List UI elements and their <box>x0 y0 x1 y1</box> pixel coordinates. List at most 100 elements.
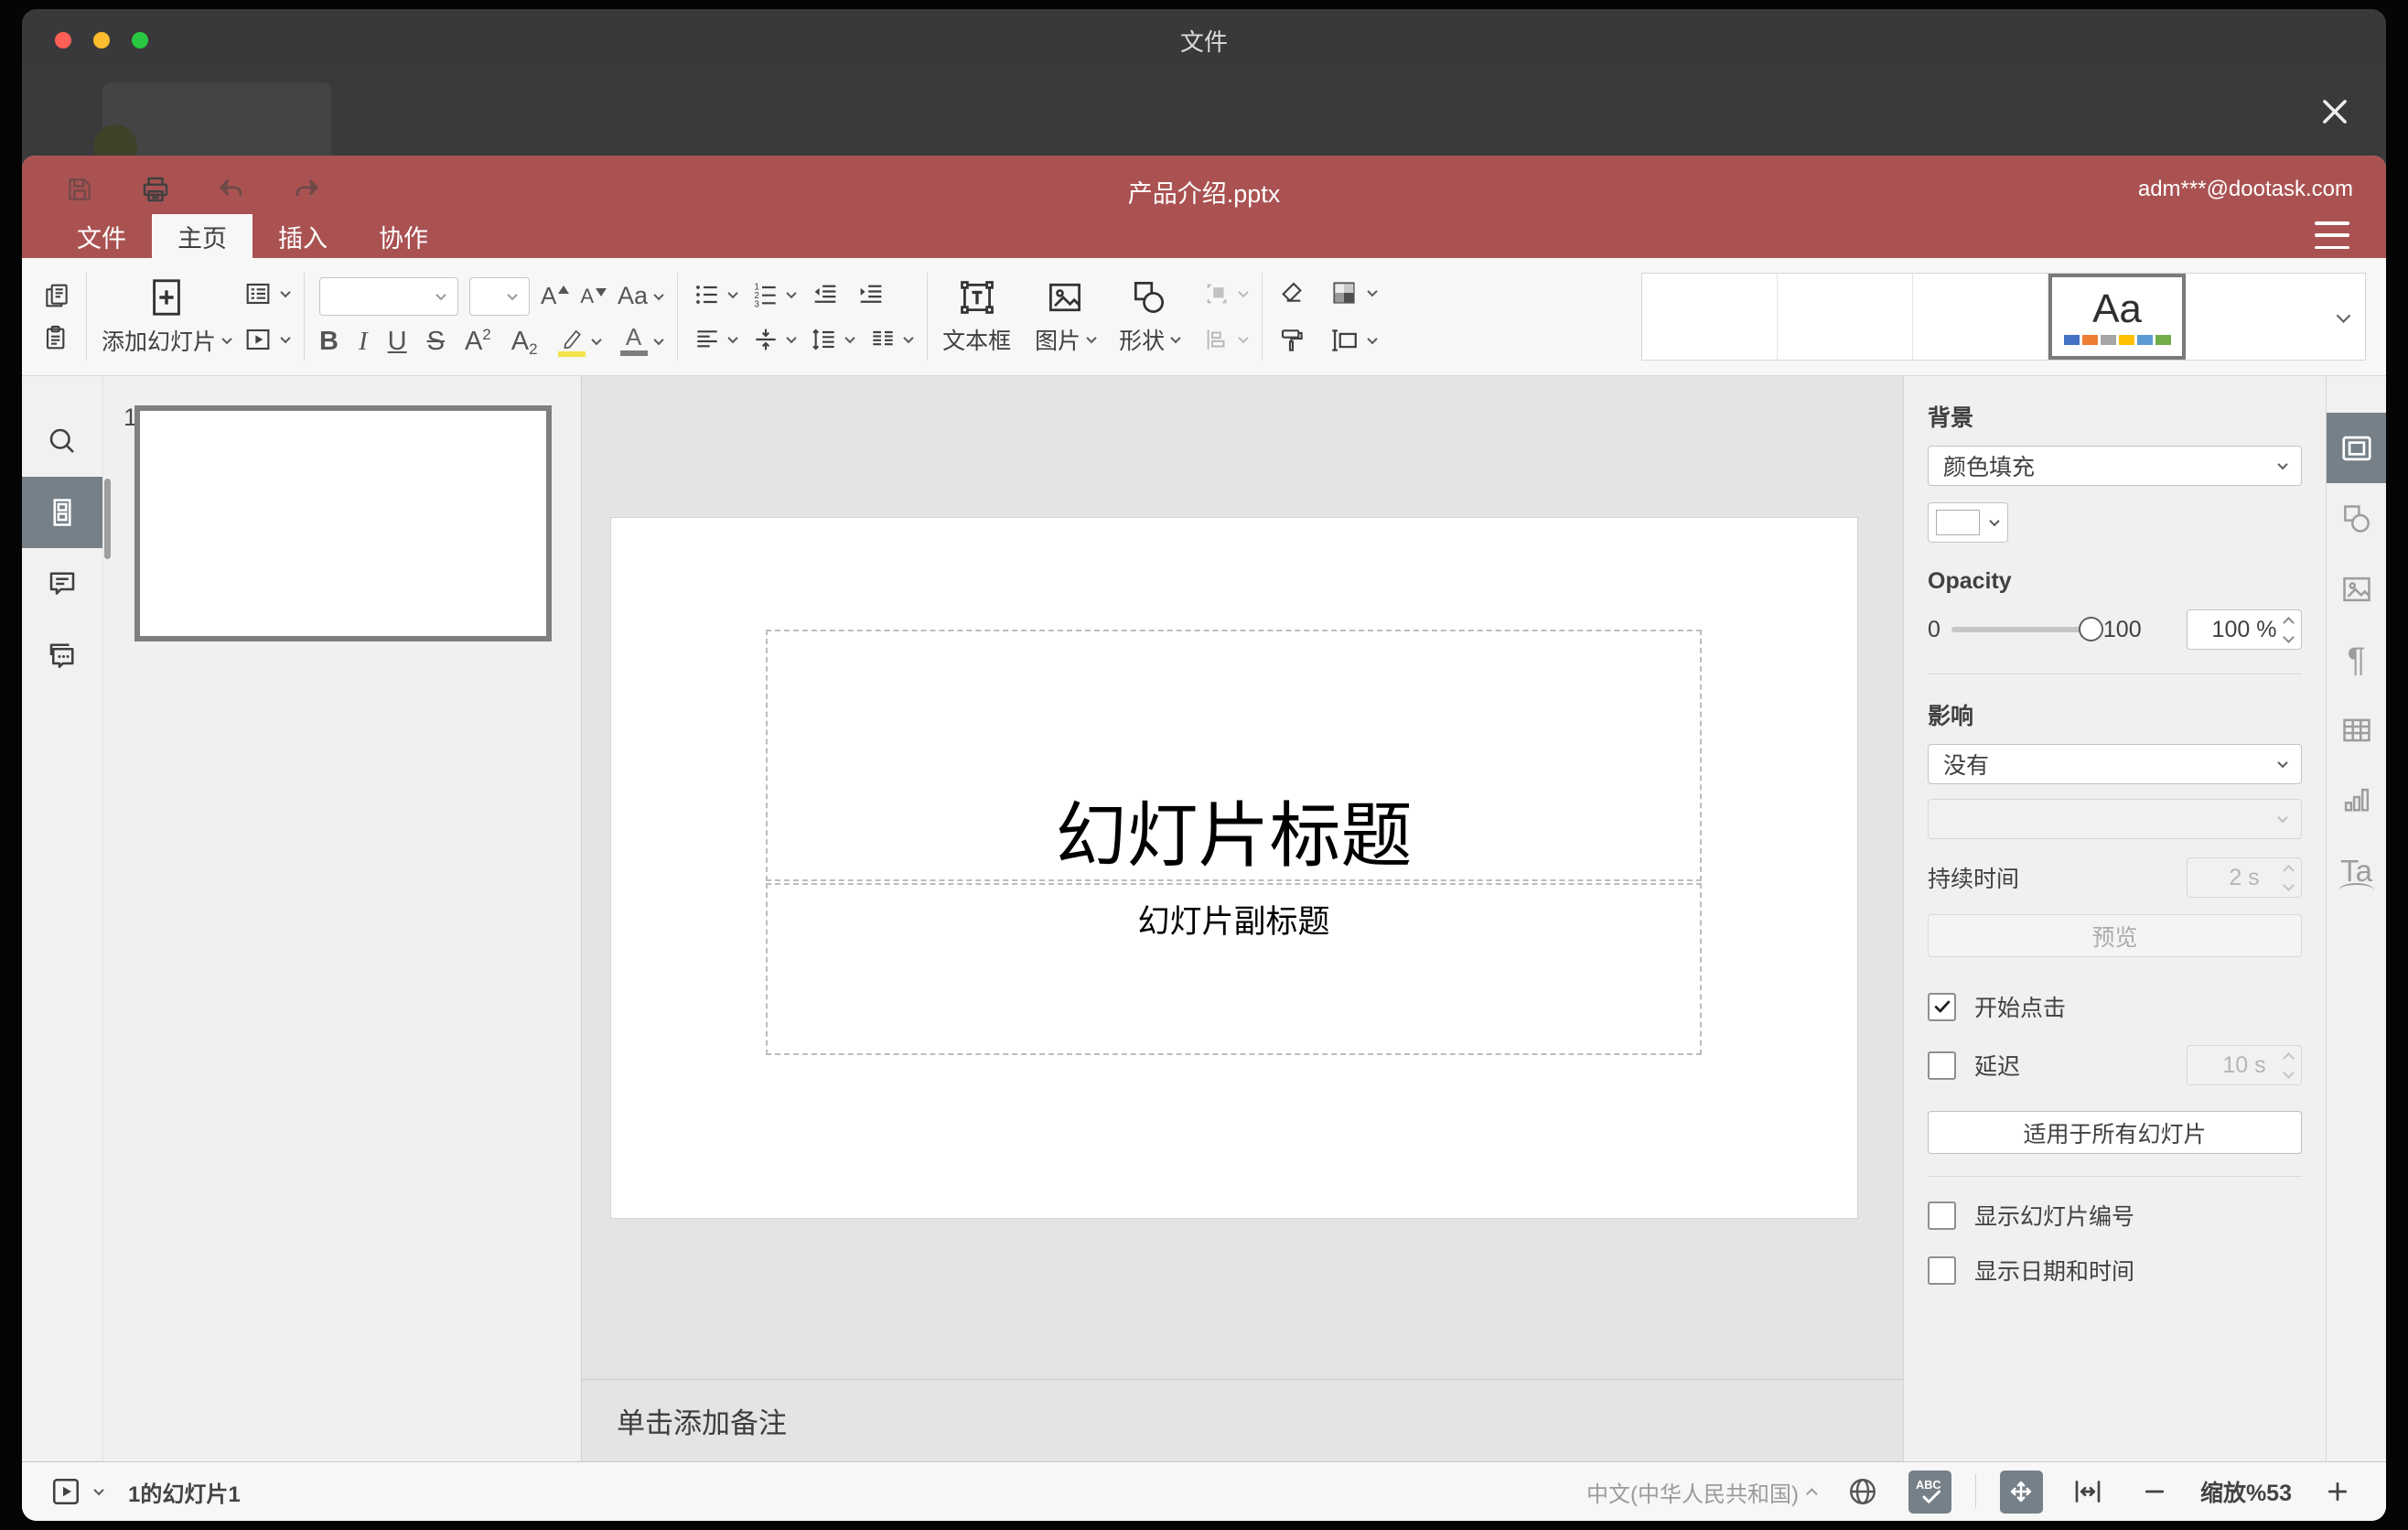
theme-thumbnail[interactable] <box>1913 274 2048 360</box>
background-fill-select[interactable]: 颜色填充 <box>1928 446 2302 486</box>
title-placeholder[interactable]: 幻灯片标题 <box>766 630 1702 881</box>
slide-settings-icon[interactable] <box>2327 413 2386 483</box>
subtitle-placeholder[interactable]: 幻灯片副标题 <box>766 883 1702 1055</box>
opacity-value-input[interactable]: 100 % <box>2187 609 2302 650</box>
slide-size-button[interactable] <box>1328 325 1378 356</box>
clear-style-button[interactable] <box>1277 278 1306 307</box>
preview-button[interactable]: 预览 <box>1928 914 2302 957</box>
print-icon[interactable] <box>139 173 172 206</box>
language-selector[interactable]: 中文(中华人民共和国) <box>1586 1476 1818 1508</box>
zoom-traffic-light[interactable] <box>132 32 148 48</box>
decrease-indent-button[interactable] <box>810 279 841 310</box>
font-group: A A Aa B I U S A2 A2 A <box>319 258 664 375</box>
delay-checkbox[interactable] <box>1928 1051 1956 1080</box>
tab-collaboration[interactable]: 协作 <box>353 214 454 258</box>
add-slide-icon <box>152 279 180 316</box>
increase-indent-button[interactable] <box>855 279 887 310</box>
tab-insert[interactable]: 插入 <box>253 214 353 258</box>
shape-settings-icon[interactable] <box>2327 483 2386 554</box>
preview-options-chevron-icon[interactable] <box>93 1484 104 1496</box>
effect-type-select[interactable] <box>1928 799 2302 839</box>
bold-button[interactable]: B <box>319 327 339 357</box>
show-date-time-checkbox[interactable] <box>1928 1255 1956 1285</box>
font-color-button[interactable]: A <box>619 325 648 357</box>
italic-button[interactable]: I <box>359 327 368 357</box>
slide-thumbnail-1[interactable] <box>134 405 552 641</box>
horizontal-align-button[interactable] <box>693 325 738 354</box>
document-language-icon[interactable] <box>1842 1471 1885 1514</box>
close-icon[interactable] <box>2313 90 2357 134</box>
undo-icon[interactable] <box>216 174 247 205</box>
copy-style-button[interactable] <box>1277 326 1306 355</box>
chart-settings-icon[interactable] <box>2327 765 2386 835</box>
theme-thumbnail[interactable] <box>1642 274 1778 360</box>
spellcheck-toggle[interactable]: ABC <box>1908 1470 1951 1514</box>
font-name-select[interactable] <box>319 276 459 316</box>
opacity-slider[interactable] <box>1951 617 2103 641</box>
highlight-color-button[interactable] <box>557 327 586 357</box>
vertical-align-button[interactable] <box>751 325 797 354</box>
chat-icon[interactable] <box>22 620 102 691</box>
show-slide-number-checkbox[interactable] <box>1928 1201 1956 1230</box>
columns-button[interactable] <box>868 325 914 354</box>
paragraph-settings-icon[interactable]: ¶ <box>2327 624 2386 695</box>
change-case-button[interactable]: Aa <box>618 282 664 310</box>
check-icon <box>1934 1000 1950 1013</box>
start-slideshow-button[interactable] <box>243 325 291 354</box>
apply-to-all-button[interactable]: 适用于所有幻灯片 <box>1928 1111 2302 1154</box>
subscript-button[interactable]: A2 <box>511 327 538 357</box>
numbering-button[interactable]: 123 <box>751 280 797 309</box>
insert-shape-button[interactable]: 形状 <box>1119 277 1181 356</box>
superscript-button[interactable]: A2 <box>465 327 491 357</box>
align-shape-button[interactable] <box>1203 326 1249 353</box>
strikeout-button[interactable]: S <box>427 327 445 357</box>
fit-to-slide-button[interactable] <box>1999 1470 2043 1514</box>
tab-file[interactable]: 文件 <box>51 214 152 258</box>
effect-select[interactable]: 没有 <box>1928 744 2302 784</box>
redo-icon[interactable] <box>291 174 322 205</box>
minimize-traffic-light[interactable] <box>93 32 110 48</box>
zoom-out-button[interactable] <box>2134 1471 2177 1514</box>
menu-icon[interactable] <box>2315 221 2349 249</box>
duration-input[interactable]: 2 s <box>2187 857 2302 898</box>
paste-icon[interactable] <box>42 323 71 352</box>
change-layout-button[interactable] <box>243 279 291 308</box>
thumbnails-scrollbar[interactable] <box>104 479 111 559</box>
document-title: 产品介绍.pptx <box>1127 180 1281 208</box>
tab-home[interactable]: 主页 <box>152 214 253 258</box>
delay-input[interactable]: 10 s <box>2187 1045 2302 1085</box>
theme-thumbnail[interactable] <box>2186 274 2321 360</box>
table-settings-icon[interactable] <box>2327 695 2386 765</box>
spin-arrows[interactable] <box>2283 610 2295 649</box>
theme-gallery-expand-button[interactable] <box>2321 274 2365 360</box>
slide-surface[interactable]: 幻灯片标题 幻灯片副标题 <box>611 518 1857 1218</box>
slides-panel-icon[interactable] <box>22 477 102 548</box>
comments-icon[interactable] <box>22 548 102 620</box>
save-icon[interactable] <box>64 174 95 205</box>
select-colors-button[interactable] <box>1328 277 1378 308</box>
start-preview-icon[interactable] <box>49 1475 82 1508</box>
underline-button[interactable]: U <box>388 327 407 357</box>
arrange-shape-button[interactable] <box>1203 280 1249 307</box>
font-size-select[interactable] <box>469 276 531 316</box>
increase-font-button[interactable]: A <box>541 282 570 310</box>
close-traffic-light[interactable] <box>55 32 71 48</box>
zoom-in-button[interactable] <box>2316 1471 2359 1514</box>
line-spacing-button[interactable] <box>810 325 855 354</box>
background-color-picker[interactable] <box>1928 502 2008 543</box>
notes-area[interactable]: 单击添加备注 <box>582 1379 1903 1461</box>
theme-thumbnail-selected[interactable]: Aa <box>2048 274 2186 360</box>
fit-to-width-button[interactable] <box>2067 1471 2110 1514</box>
textart-settings-icon[interactable]: Ta <box>2327 835 2386 906</box>
search-icon[interactable] <box>22 405 102 477</box>
opacity-slider-knob[interactable] <box>2078 617 2103 641</box>
decrease-font-button[interactable]: A <box>580 285 607 308</box>
copy-icon[interactable] <box>42 281 71 310</box>
theme-thumbnail[interactable] <box>1778 274 1913 360</box>
insert-image-button[interactable]: 图片 <box>1035 277 1097 356</box>
image-settings-icon[interactable] <box>2327 554 2386 624</box>
add-slide-button[interactable]: 添加幻灯片 <box>102 276 232 357</box>
bullets-button[interactable] <box>693 280 738 309</box>
start-on-click-checkbox[interactable] <box>1928 992 1956 1021</box>
insert-textbox-button[interactable]: 文本框 <box>942 277 1011 356</box>
